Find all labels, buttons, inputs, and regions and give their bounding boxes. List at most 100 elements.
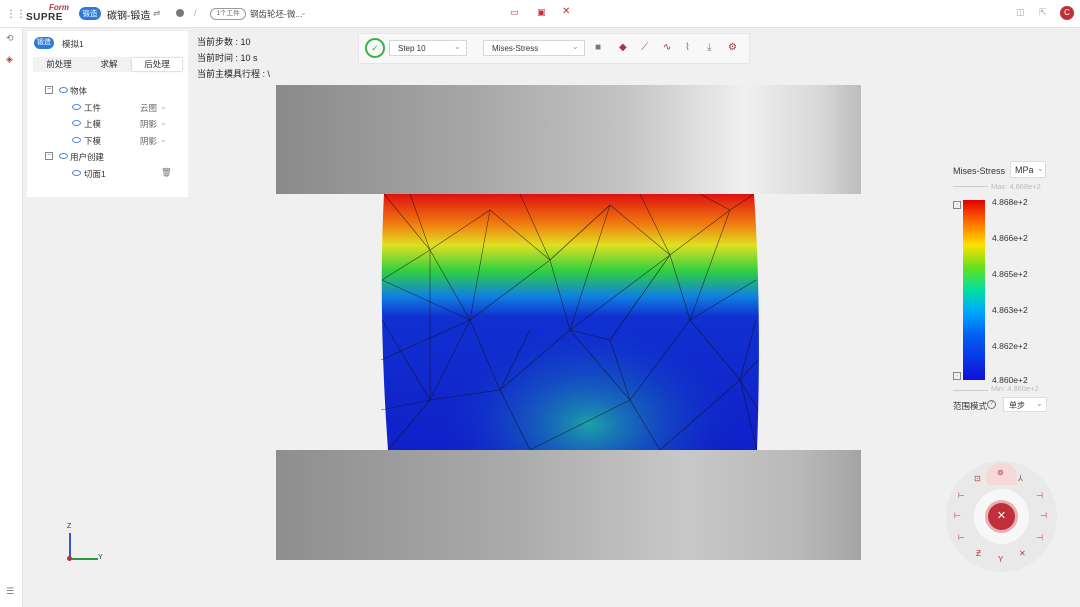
status-dot-icon[interactable]: [176, 9, 184, 17]
chevron-down-icon[interactable]: ⌄: [572, 42, 579, 51]
z-axis-label: Z: [67, 523, 72, 530]
trash-icon[interactable]: 🗑: [161, 167, 172, 178]
z-view-icon[interactable]: Ƶ: [976, 549, 981, 558]
front-view-icon[interactable]: ⊢: [954, 511, 961, 520]
current-step: 当前步数 : 10: [197, 37, 251, 47]
file-name[interactable]: 钢齿轮坯-微...: [250, 8, 302, 20]
chevron-down-icon[interactable]: ⌄: [160, 101, 167, 112]
workpiece-display-mode[interactable]: 云图: [140, 102, 157, 114]
curve-plot-icon[interactable]: ∿: [663, 42, 671, 53]
chevron-down-icon[interactable]: ⌄: [300, 8, 307, 17]
right-view-icon[interactable]: ⊣: [1036, 491, 1043, 500]
eye-icon[interactable]: [72, 137, 81, 143]
eye-icon[interactable]: [72, 104, 81, 110]
view-control-wheel[interactable]: ✕ ⊚ ⊡ ⅄ ⊢ ⊣ ⊢ ⊣ ⊢ ⊣ Ƶ ✕ Y: [946, 461, 1057, 572]
monitor-icon[interactable]: ▭: [510, 7, 519, 18]
logo-top-text: Form: [49, 3, 69, 12]
legend-max-line: [953, 186, 988, 187]
chevron-down-icon[interactable]: ⌄: [160, 117, 167, 128]
legend-tick: 4.863e+2: [992, 305, 1028, 315]
legend-min: Min: 4.860e+2: [991, 384, 1039, 393]
axis-view-icon[interactable]: ⅄: [1018, 474, 1023, 483]
top-bar: ⋮⋮ Form SUPRE 锻造 碳钢-锻造 ⇌ / 1个工件 钢齿轮坯-微..…: [0, 0, 1080, 28]
save-icon[interactable]: ▣: [537, 7, 546, 18]
origin-dot: [67, 556, 72, 561]
layers-icon[interactable]: ◈: [6, 54, 13, 65]
bottom-left-view-icon[interactable]: ⊢: [958, 533, 965, 542]
history-icon[interactable]: ⟲: [6, 33, 14, 44]
unit-select[interactable]: MPa ⌄: [1010, 161, 1046, 178]
legend-tick: 4.866e+2: [992, 233, 1028, 243]
workpiece-count-tag[interactable]: 1个工件: [210, 8, 246, 20]
video-camera-icon[interactable]: ■: [595, 42, 601, 53]
eye-icon[interactable]: [72, 120, 81, 126]
model-tree-panel: 锻造 模拟1 前处理 求解 后处理 − 物体 工件 云图 ⌄ 上模 阴影 ⌄ 下…: [27, 31, 188, 197]
range-mode-select[interactable]: 单步 ⌄: [1003, 397, 1047, 412]
tab-postprocess[interactable]: 后处理: [132, 58, 182, 71]
tree-upper-die[interactable]: 上模: [84, 118, 101, 130]
collapse-user-created-icon[interactable]: −: [45, 152, 53, 160]
back-view-icon[interactable]: ⊣: [1040, 511, 1047, 520]
cube-probe-icon[interactable]: ◆: [619, 42, 627, 53]
lower-die-display-mode[interactable]: 阴影: [140, 135, 157, 147]
viewport-3d[interactable]: [270, 80, 870, 565]
tree-section[interactable]: 切面1: [84, 168, 106, 180]
tools-cross-icon[interactable]: ✕: [562, 6, 570, 17]
waveform-icon[interactable]: ⌇: [685, 42, 690, 53]
check-circle-icon[interactable]: ✓: [365, 38, 385, 58]
tree-objects[interactable]: 物体: [70, 85, 87, 97]
lower-die: [276, 450, 861, 560]
reset-view-button[interactable]: ✕: [988, 503, 1015, 530]
view-toolbar: ✓ Step 10 ⌄ Mises-Stress ⌄ ■ ◆ ⟋ ∿ ⌇ ⤓ ⚙: [358, 33, 750, 64]
help-icon[interactable]: ?: [987, 400, 996, 409]
left-view-icon[interactable]: ⊢: [958, 491, 965, 500]
eye-icon[interactable]: [59, 153, 68, 159]
logo-bottom-text: SUPRE: [26, 12, 63, 23]
eye-icon[interactable]: [59, 87, 68, 93]
iso-view-icon[interactable]: ⊡: [974, 474, 981, 483]
top-view-icon[interactable]: ⊚: [997, 468, 1004, 477]
app-logo: Form SUPRE: [22, 3, 72, 23]
legend-tick: 4.862e+2: [992, 341, 1028, 351]
tab-solve[interactable]: 求解: [84, 58, 134, 71]
tree-user-created[interactable]: 用户创建: [70, 151, 104, 163]
tree-lower-die[interactable]: 下模: [84, 135, 101, 147]
settings-gear-icon[interactable]: ⚙: [728, 42, 737, 53]
legend-color-bar: [963, 200, 985, 380]
external-link-icon[interactable]: ⇱: [1039, 7, 1047, 18]
path-separator: /: [194, 8, 197, 18]
download-icon[interactable]: ⤓: [707, 42, 711, 53]
chevron-down-icon[interactable]: ⌄: [160, 134, 167, 145]
min-handle-icon[interactable]: ·: [953, 372, 961, 380]
x-view-icon[interactable]: ✕: [1019, 549, 1026, 558]
list-icon[interactable]: ☰: [6, 586, 14, 597]
collapse-objects-icon[interactable]: −: [45, 86, 53, 94]
y-axis-line: [70, 558, 98, 560]
line-measure-icon[interactable]: ⟋: [641, 42, 648, 53]
range-mode-label: 范围模式: [953, 401, 988, 411]
model-name[interactable]: 模拟1: [62, 38, 84, 50]
settings-sliders-icon[interactable]: ⇌: [153, 8, 161, 19]
max-handle-icon[interactable]: ·: [953, 201, 961, 209]
variable-select[interactable]: Mises-Stress: [483, 40, 585, 56]
y-view-icon[interactable]: Y: [998, 555, 1003, 564]
range-mode-value: 单步: [1009, 401, 1025, 410]
left-sidebar: ⟲ ◈ ☰: [0, 28, 23, 607]
tree-workpiece[interactable]: 工件: [84, 102, 101, 114]
workpiece-stress-contour: [380, 193, 759, 451]
chevron-down-icon: ⌄: [1036, 399, 1043, 408]
eye-icon[interactable]: [72, 170, 81, 176]
chevron-down-icon: ⌄: [1037, 164, 1044, 173]
project-title: 碳钢-锻造: [107, 11, 151, 22]
y-axis-label: Y: [98, 554, 103, 561]
upper-die-display-mode[interactable]: 阴影: [140, 118, 157, 130]
legend-tick: 4.868e+2: [992, 197, 1028, 207]
current-time: 当前时间 : 10 s: [197, 53, 258, 63]
chevron-down-icon[interactable]: ⌄: [454, 42, 461, 51]
tab-preprocess[interactable]: 前处理: [34, 58, 84, 71]
legend-title: Mises-Stress: [953, 166, 1006, 176]
camera-icon[interactable]: ◫: [1016, 7, 1025, 18]
legend-max: Max: 4.868e+2: [991, 182, 1041, 191]
user-avatar[interactable]: C: [1060, 6, 1074, 20]
bottom-right-view-icon[interactable]: ⊣: [1036, 533, 1043, 542]
